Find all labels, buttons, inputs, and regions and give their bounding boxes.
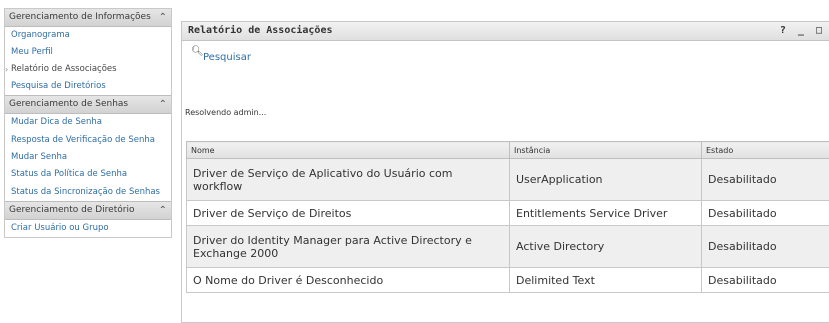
table-header-row: Nome Instância Estado (187, 142, 829, 159)
cell-instance: Delimited Text (510, 268, 702, 293)
status-text: Resolvendo admin... (185, 108, 266, 117)
column-header-name[interactable]: Nome (187, 142, 510, 159)
portlet-header: Relatório de Associações ? _ □ (182, 22, 829, 41)
sidebar-item-my-profile[interactable]: Meu Perfil (5, 44, 171, 61)
sidebar-item-create-user-group[interactable]: Criar Usuário ou Grupo (5, 220, 171, 237)
help-icon[interactable]: ? (780, 25, 786, 36)
sidebar: Gerenciamento de Informações ⌃ Organogra… (4, 8, 172, 238)
section-title: Gerenciamento de Senhas (9, 99, 128, 109)
sidebar-item-directory-search[interactable]: Pesquisa de Diretórios (5, 78, 171, 95)
cell-state: Desabilitado (702, 268, 829, 293)
column-header-state[interactable]: Estado (702, 142, 829, 159)
portlet-title: Relatório de Associações (188, 25, 333, 36)
cell-driver-name: Driver de Serviço de Aplicativo do Usuár… (187, 159, 510, 201)
minimize-icon[interactable]: _ (798, 25, 804, 36)
cell-driver-name: O Nome do Driver é Desconhecido (187, 268, 510, 293)
sidebar-item-challenge-response[interactable]: Resposta de Verificação de Senha (5, 131, 171, 149)
section-header-password-management[interactable]: Gerenciamento de Senhas ⌃ (5, 95, 171, 114)
section-header-directory-management[interactable]: Gerenciamento de Diretório ⌃ (5, 201, 171, 220)
active-marker-icon: › (5, 64, 8, 75)
cell-instance: UserApplication (510, 159, 702, 201)
sidebar-item-change-hint[interactable]: Mudar Dica de Senha (5, 114, 171, 131)
cell-driver-name: Driver de Serviço de Direitos (187, 201, 510, 226)
table-row: Driver do Identity Manager para Active D… (187, 226, 829, 268)
sidebar-item-policy-status[interactable]: Status da Política de Senha (5, 166, 171, 183)
sidebar-item-label: Relatório de Associações (11, 64, 117, 74)
table-row: Driver de Serviço de Aplicativo do Usuár… (187, 159, 829, 201)
chevron-up-icon[interactable]: ⌃ (159, 99, 167, 110)
cell-instance: Entitlements Service Driver (510, 201, 702, 226)
cell-driver-name: Driver do Identity Manager para Active D… (187, 226, 510, 268)
cell-state: Desabilitado (702, 201, 829, 226)
sidebar-item-sync-status[interactable]: Status da Sincronização de Senhas (5, 183, 171, 201)
sidebar-item-association-report[interactable]: › Relatório de Associações (5, 61, 171, 78)
table-row: Driver de Serviço de Direitos Entitlemen… (187, 201, 829, 226)
sidebar-item-change-password[interactable]: Mudar Senha (5, 149, 171, 166)
association-table: Nome Instância Estado Driver de Serviço … (186, 141, 829, 293)
window-controls: ? _ □ (774, 22, 822, 40)
cell-state: Desabilitado (702, 159, 829, 201)
chevron-up-icon[interactable]: ⌃ (159, 12, 167, 23)
section-title: Gerenciamento de Diretório (9, 205, 134, 215)
table-row: O Nome do Driver é Desconhecido Delimite… (187, 268, 829, 293)
section-title: Gerenciamento de Informações (9, 12, 151, 22)
chevron-up-icon[interactable]: ⌃ (159, 205, 167, 216)
section-header-info-management[interactable]: Gerenciamento de Informações ⌃ (5, 9, 171, 27)
column-header-instance[interactable]: Instância (510, 142, 702, 159)
cell-instance: Active Directory (510, 226, 702, 268)
association-report-portlet: Relatório de Associações ? _ □ 🔍︎ Pesqui… (181, 21, 829, 323)
sidebar-item-org-chart[interactable]: Organograma (5, 27, 171, 44)
search-label: Pesquisar (203, 52, 251, 63)
maximize-icon[interactable]: □ (816, 25, 822, 36)
magnifier-icon: 🔍︎ (191, 46, 204, 57)
search-link[interactable]: 🔍︎ Pesquisar (191, 52, 251, 63)
cell-state: Desabilitado (702, 226, 829, 268)
